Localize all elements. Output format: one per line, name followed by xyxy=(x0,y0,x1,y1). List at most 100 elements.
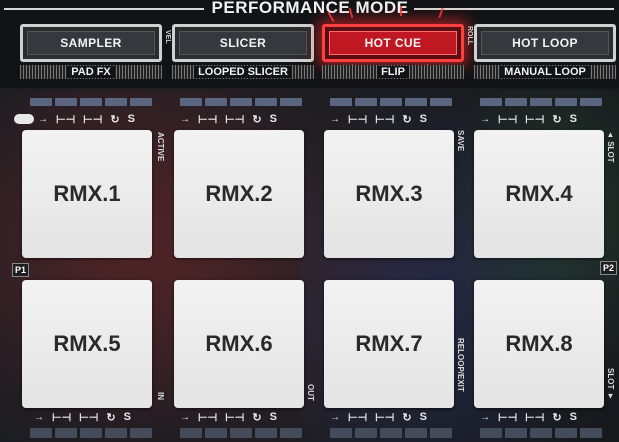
reloop-exit-label: RELOOP/EXIT xyxy=(456,338,465,392)
loop-in-icon: ⊢⊣ xyxy=(348,113,368,126)
led-row xyxy=(480,428,602,438)
led-row xyxy=(30,428,152,438)
arrow-right-icon: → xyxy=(180,113,190,125)
slicer-button[interactable]: SLICER xyxy=(172,24,314,62)
arrow-right-icon: → xyxy=(480,113,490,125)
slip-icon: S xyxy=(269,113,277,125)
loop-out-icon: ⊢⊣ xyxy=(525,411,545,424)
transport-controls: → ⊢⊣ ⊢⊣ ↻ S xyxy=(330,112,427,126)
hot-cue-button[interactable]: HOT CUE xyxy=(322,24,464,62)
arrow-right-icon: → xyxy=(38,113,48,125)
pad-label: RMX.7 xyxy=(355,331,423,356)
hot-loop-button[interactable]: HOT LOOP xyxy=(474,24,616,62)
transport-controls: → ⊢⊣ ⊢⊣ ↻ S xyxy=(180,112,277,126)
reloop-icon: ↻ xyxy=(552,411,562,424)
loop-in-icon: ⊢⊣ xyxy=(498,113,518,126)
arrow-right-icon: → xyxy=(34,411,44,423)
save-label: SAVE xyxy=(456,130,465,152)
led-row xyxy=(480,98,602,108)
reloop-icon: ↻ xyxy=(402,113,412,126)
transport-controls: → ⊢⊣ ⊢⊣ ↻ S xyxy=(330,410,427,424)
reloop-icon: ↻ xyxy=(552,113,562,126)
manual-loop-label: MANUAL LOOP xyxy=(474,65,616,79)
reloop-icon: ↻ xyxy=(110,113,120,126)
reloop-icon: ↻ xyxy=(252,411,262,424)
performance-mode-title: PERFORMANCE MODE xyxy=(211,0,409,17)
pad-label: RMX.6 xyxy=(205,331,273,356)
slip-icon: S xyxy=(127,113,135,125)
hot-loop-button-label: HOT LOOP xyxy=(481,31,609,55)
flip-label: FLIP xyxy=(322,65,464,79)
performance-pad-panel: PERFORMANCE MODE SAMPLER VEL SLICER HOT … xyxy=(0,0,619,442)
loop-in-icon: ⊢⊣ xyxy=(56,113,76,126)
pad-label: RMX.8 xyxy=(505,331,573,356)
slip-icon: S xyxy=(569,411,577,423)
slicer-button-label: SLICER xyxy=(179,31,307,55)
transport-controls: → ⊢⊣ ⊢⊣ ↻ S xyxy=(180,410,277,424)
arrow-right-icon: → xyxy=(330,113,340,125)
arrow-right-icon: → xyxy=(180,411,190,423)
pad-rmx-4[interactable]: RMX.4 xyxy=(474,130,604,258)
loop-out-icon: ⊢⊣ xyxy=(83,113,103,126)
led-row xyxy=(330,428,452,438)
vel-label: VEL xyxy=(164,30,171,44)
reloop-icon: ↻ xyxy=(402,411,412,424)
glow-ray xyxy=(400,6,402,16)
pad-rmx-6[interactable]: RMX.6 xyxy=(174,280,304,408)
slot-up-label: ▲ SLOT xyxy=(606,130,615,163)
looped-slicer-label: LOOPED SLICER xyxy=(172,65,314,79)
loop-out-icon: ⊢⊣ xyxy=(79,411,99,424)
in-label: IN xyxy=(156,392,165,400)
slip-icon: S xyxy=(123,411,131,423)
p1-tag: P1 xyxy=(12,263,30,277)
slip-icon: S xyxy=(569,113,577,125)
active-label: ACTIVE xyxy=(156,132,165,162)
slip-icon: S xyxy=(269,411,277,423)
pad-rmx-2[interactable]: RMX.2 xyxy=(174,130,304,258)
slot-down-label: SLOT ▼ xyxy=(606,368,615,401)
led-row xyxy=(180,98,302,108)
reloop-icon: ↻ xyxy=(106,411,116,424)
arrow-right-icon: → xyxy=(330,411,340,423)
title-rule-left xyxy=(4,8,204,10)
loop-out-icon: ⊢⊣ xyxy=(375,411,395,424)
toggle-switch[interactable] xyxy=(14,114,34,124)
pad-label: RMX.4 xyxy=(505,181,573,206)
slip-icon: S xyxy=(419,113,427,125)
pad-label: RMX.1 xyxy=(53,181,121,206)
roll-label: ROLL xyxy=(466,26,473,46)
transport-controls: → ⊢⊣ ⊢⊣ ↻ S xyxy=(34,410,131,424)
pad-rmx-1[interactable]: RMX.1 xyxy=(22,130,152,258)
slip-icon: S xyxy=(419,411,427,423)
loop-out-icon: ⊢⊣ xyxy=(375,113,395,126)
led-row xyxy=(180,428,302,438)
sampler-button[interactable]: SAMPLER xyxy=(20,24,162,62)
loop-in-icon: ⊢⊣ xyxy=(198,113,218,126)
title-rule-right xyxy=(414,8,614,10)
loop-out-icon: ⊢⊣ xyxy=(225,411,245,424)
pad-rmx-5[interactable]: RMX.5 xyxy=(22,280,152,408)
loop-out-icon: ⊢⊣ xyxy=(225,113,245,126)
loop-in-icon: ⊢⊣ xyxy=(52,411,72,424)
p2-tag: P2 xyxy=(600,261,618,275)
loop-in-icon: ⊢⊣ xyxy=(348,411,368,424)
pad-rmx-3[interactable]: RMX.3 xyxy=(324,130,454,258)
led-row xyxy=(30,98,152,108)
pad-label: RMX.3 xyxy=(355,181,423,206)
sampler-button-label: SAMPLER xyxy=(27,31,155,55)
pad-label: RMX.5 xyxy=(53,331,121,356)
performance-mode-bar: PERFORMANCE MODE SAMPLER VEL SLICER HOT … xyxy=(0,0,619,88)
transport-controls: → ⊢⊣ ⊢⊣ ↻ S xyxy=(480,410,577,424)
transport-controls: → ⊢⊣ ⊢⊣ ↻ S xyxy=(38,112,135,126)
loop-in-icon: ⊢⊣ xyxy=(498,411,518,424)
out-label: OUT xyxy=(306,384,315,401)
pad-rmx-8[interactable]: RMX.8 xyxy=(474,280,604,408)
arrow-right-icon: → xyxy=(480,411,490,423)
pad-rmx-7[interactable]: RMX.7 xyxy=(324,280,454,408)
pad-label: RMX.2 xyxy=(205,181,273,206)
pad-fx-label: PAD FX xyxy=(20,65,162,79)
loop-out-icon: ⊢⊣ xyxy=(525,113,545,126)
loop-in-icon: ⊢⊣ xyxy=(198,411,218,424)
led-row xyxy=(330,98,452,108)
transport-controls: → ⊢⊣ ⊢⊣ ↻ S xyxy=(480,112,577,126)
